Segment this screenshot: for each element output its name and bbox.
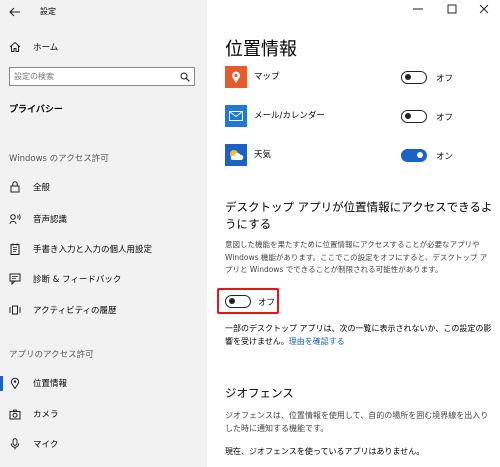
minimize-button[interactable] bbox=[411, 3, 425, 15]
sidebar-item-label: アクティビティの履歴 bbox=[33, 306, 117, 316]
sidebar-item-label: 手書き入力と入力の個人用設定 bbox=[33, 245, 153, 255]
category-title: プライバシー bbox=[9, 105, 63, 115]
note-text: 一部のデスクトップ アプリは、次の一覧に表示されないか、この設定の影響を受けませ… bbox=[225, 324, 492, 346]
desktop-apps-heading: デスクトップ アプリが位置情報にアクセスできるようにする bbox=[225, 200, 493, 231]
geofence-description: ジオフェンスは、位置情報を使用して、自的の場所を囲む境界線を出入りした時に通知す… bbox=[225, 411, 489, 433]
mail-toggle[interactable] bbox=[401, 110, 427, 123]
sidebar-item-label: 音声認識 bbox=[33, 215, 68, 225]
search-input[interactable] bbox=[14, 69, 174, 83]
desktop-apps-note: 一部のデスクトップ アプリは、次の一覧に表示されないか、この設定の影響を受けませ… bbox=[225, 322, 493, 348]
sidebar-item-label: マイク bbox=[33, 440, 59, 450]
app-name: メール/カレンダー bbox=[254, 111, 325, 121]
toggle-state: オフ bbox=[436, 113, 454, 123]
toggle-state: オフ bbox=[436, 74, 454, 84]
toggle-state: オフ bbox=[258, 298, 276, 308]
page-title: 位置情報 bbox=[225, 39, 297, 60]
sidebar-item-microphone[interactable]: マイク bbox=[0, 433, 207, 455]
app-row-weather: 天気 オン bbox=[225, 144, 495, 170]
microphone-icon bbox=[9, 438, 21, 450]
sidebar-item-label: カメラ bbox=[33, 410, 59, 420]
sidebar-item-location[interactable]: 位置情報 bbox=[0, 372, 207, 394]
history-icon bbox=[9, 304, 21, 316]
desktop-apps-description: 意図した機能を果たすために位置情報にアクセスすることが必要なアプリや Windo… bbox=[225, 240, 488, 274]
app-permissions-section: アプリのアクセス許可 bbox=[9, 350, 94, 360]
app-name: マップ bbox=[254, 72, 280, 82]
maximize-button[interactable] bbox=[445, 3, 459, 15]
weather-icon bbox=[225, 144, 247, 166]
weather-toggle[interactable] bbox=[401, 149, 427, 162]
sidebar-item-label: 全般 bbox=[33, 183, 51, 193]
mail-icon bbox=[225, 105, 247, 127]
sidebar-item-diagnostics[interactable]: 診断 & フィードバック bbox=[0, 268, 207, 290]
sidebar-item-camera[interactable]: カメラ bbox=[0, 403, 207, 425]
app-name: 天気 bbox=[254, 150, 272, 160]
sidebar-item-label: 位置情報 bbox=[33, 379, 68, 389]
sidebar: 設定 ホーム プライバシー Windows のアクセス許可 全般 音声認識 手書… bbox=[0, 0, 207, 467]
sidebar-item-general[interactable]: 全般 bbox=[0, 176, 207, 198]
sidebar-item-home[interactable]: ホーム bbox=[0, 36, 207, 58]
close-button[interactable] bbox=[477, 3, 491, 15]
maps-icon bbox=[225, 66, 247, 88]
toggle-state: オン bbox=[436, 152, 454, 162]
main-panel: 位置情報 マップ オフ メール/カレンダー オフ 天気 オン デスクトップ アプ… bbox=[207, 0, 500, 467]
window-title: 設定 bbox=[40, 7, 56, 16]
desktop-apps-toggle[interactable] bbox=[225, 295, 251, 308]
app-row-maps: マップ オフ bbox=[225, 66, 495, 92]
sidebar-item-speech[interactable]: 音声認識 bbox=[0, 208, 207, 230]
maps-toggle[interactable] bbox=[401, 71, 427, 84]
why-link[interactable]: 理由を確認する bbox=[289, 337, 345, 346]
back-arrow-icon[interactable] bbox=[8, 5, 22, 19]
geofence-status: 現在、ジオフェンスを使っているアプリはありません。 bbox=[225, 447, 425, 456]
search-box[interactable] bbox=[9, 67, 195, 86]
app-row-mail: メール/カレンダー オフ bbox=[225, 105, 495, 131]
feedback-icon bbox=[9, 273, 21, 285]
location-icon bbox=[9, 377, 21, 389]
sidebar-item-inking[interactable]: 手書き入力と入力の個人用設定 bbox=[0, 238, 207, 260]
home-label: ホーム bbox=[33, 43, 59, 53]
notepad-icon bbox=[9, 243, 21, 255]
geofence-heading: ジオフェンス bbox=[225, 386, 294, 400]
camera-icon bbox=[9, 408, 21, 420]
speech-icon bbox=[9, 213, 21, 225]
lock-icon bbox=[9, 181, 21, 193]
windows-permissions-section: Windows のアクセス許可 bbox=[9, 154, 109, 164]
search-icon[interactable] bbox=[179, 71, 190, 82]
sidebar-item-activity[interactable]: アクティビティの履歴 bbox=[0, 299, 207, 321]
home-icon bbox=[9, 41, 21, 53]
sidebar-item-label: 診断 & フィードバック bbox=[33, 275, 122, 285]
